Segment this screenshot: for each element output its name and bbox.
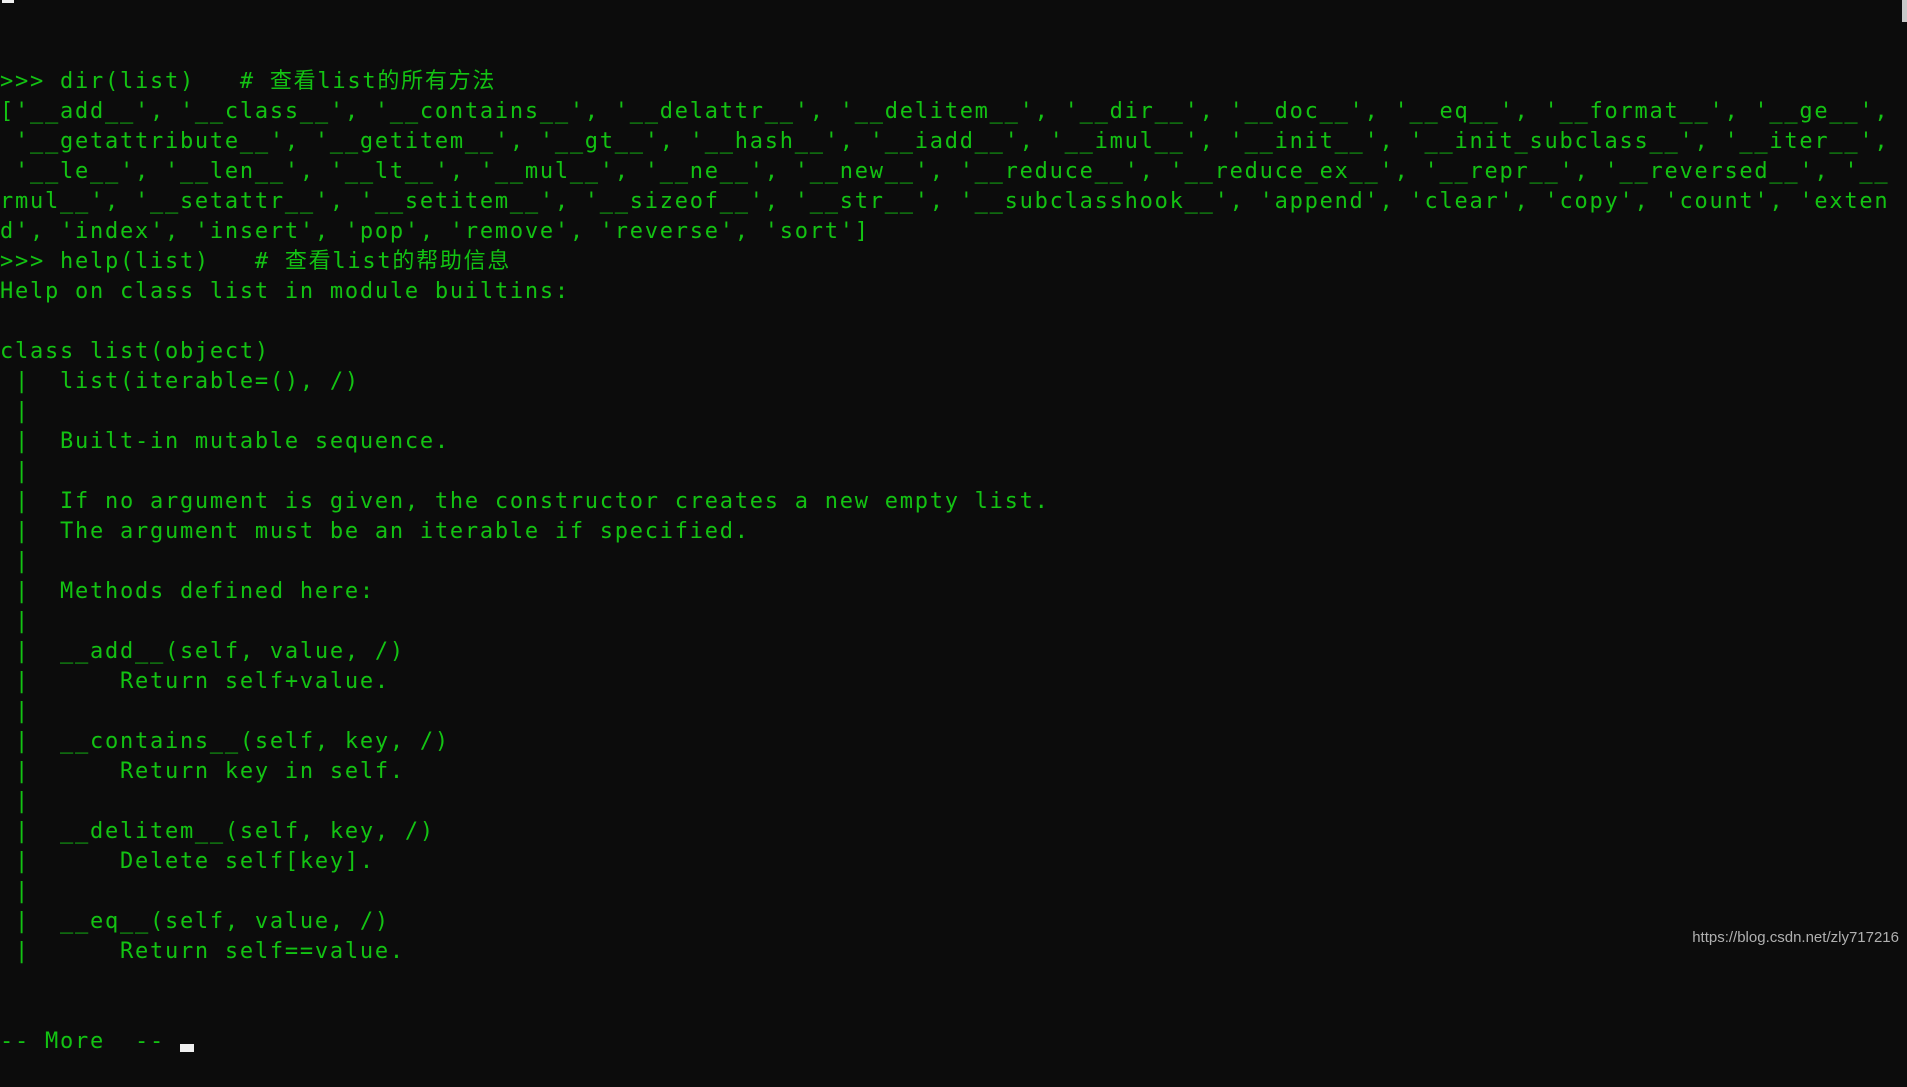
previous-cursor-mark — [2, 0, 14, 3]
console-line: | The argument must be an iterable if sp… — [0, 519, 750, 544]
console-line: | Return self==value. — [0, 939, 405, 964]
console-line: | Methods defined here: — [0, 579, 375, 604]
console-line: | __contains__(self, key, /) — [0, 729, 450, 754]
console-line: | — [0, 549, 30, 574]
console-line: | __eq__(self, value, /) — [0, 909, 390, 934]
console-line: ['__add__', '__class__', '__contains__',… — [0, 99, 1890, 124]
console-line: | Return key in self. — [0, 759, 405, 784]
console-line: '__le__', '__len__', '__lt__', '__mul__'… — [0, 159, 1890, 184]
console-line: >>> dir(list) # 查看list的所有方法 — [0, 69, 497, 94]
text-cursor — [179, 1044, 194, 1052]
console-line: class list(object) — [0, 339, 270, 364]
console-line: | — [0, 609, 30, 634]
console-line: | list(iterable=(), /) — [0, 369, 360, 394]
console-line: '__getattribute__', '__getitem__', '__gt… — [0, 129, 1890, 154]
console-line: | — [0, 789, 30, 814]
console-line: | __add__(self, value, /) — [0, 639, 405, 664]
console-line: | Delete self[key]. — [0, 849, 375, 874]
console-line: | Return self+value. — [0, 669, 390, 694]
console-line: | — [0, 399, 30, 424]
console-line: | — [0, 879, 30, 904]
console-output[interactable]: >>> dir(list) # 查看list的所有方法 ['__add__', '… — [0, 7, 1907, 1087]
console-line: | If no argument is given, the construct… — [0, 489, 1050, 514]
console-lines: >>> dir(list) # 查看list的所有方法 ['__add__', '… — [0, 67, 1907, 967]
pager-prompt-line: -- More -- — [0, 1027, 1907, 1057]
console-line: Help on class list in module builtins: — [0, 279, 570, 304]
watermark: https://blog.csdn.net/zly717216 — [1692, 929, 1899, 946]
console-line: | Built-in mutable sequence. — [0, 429, 450, 454]
pager-prompt: -- More -- — [0, 1029, 180, 1054]
console-line: d', 'index', 'insert', 'pop', 'remove', … — [0, 219, 870, 244]
console-line: | — [0, 699, 30, 724]
console-line: | — [0, 459, 30, 484]
console-line: rmul__', '__setattr__', '__setitem__', '… — [0, 189, 1890, 214]
console-line: >>> help(list) # 查看list的帮助信息 — [0, 249, 512, 274]
console-line: | __delitem__(self, key, /) — [0, 819, 435, 844]
